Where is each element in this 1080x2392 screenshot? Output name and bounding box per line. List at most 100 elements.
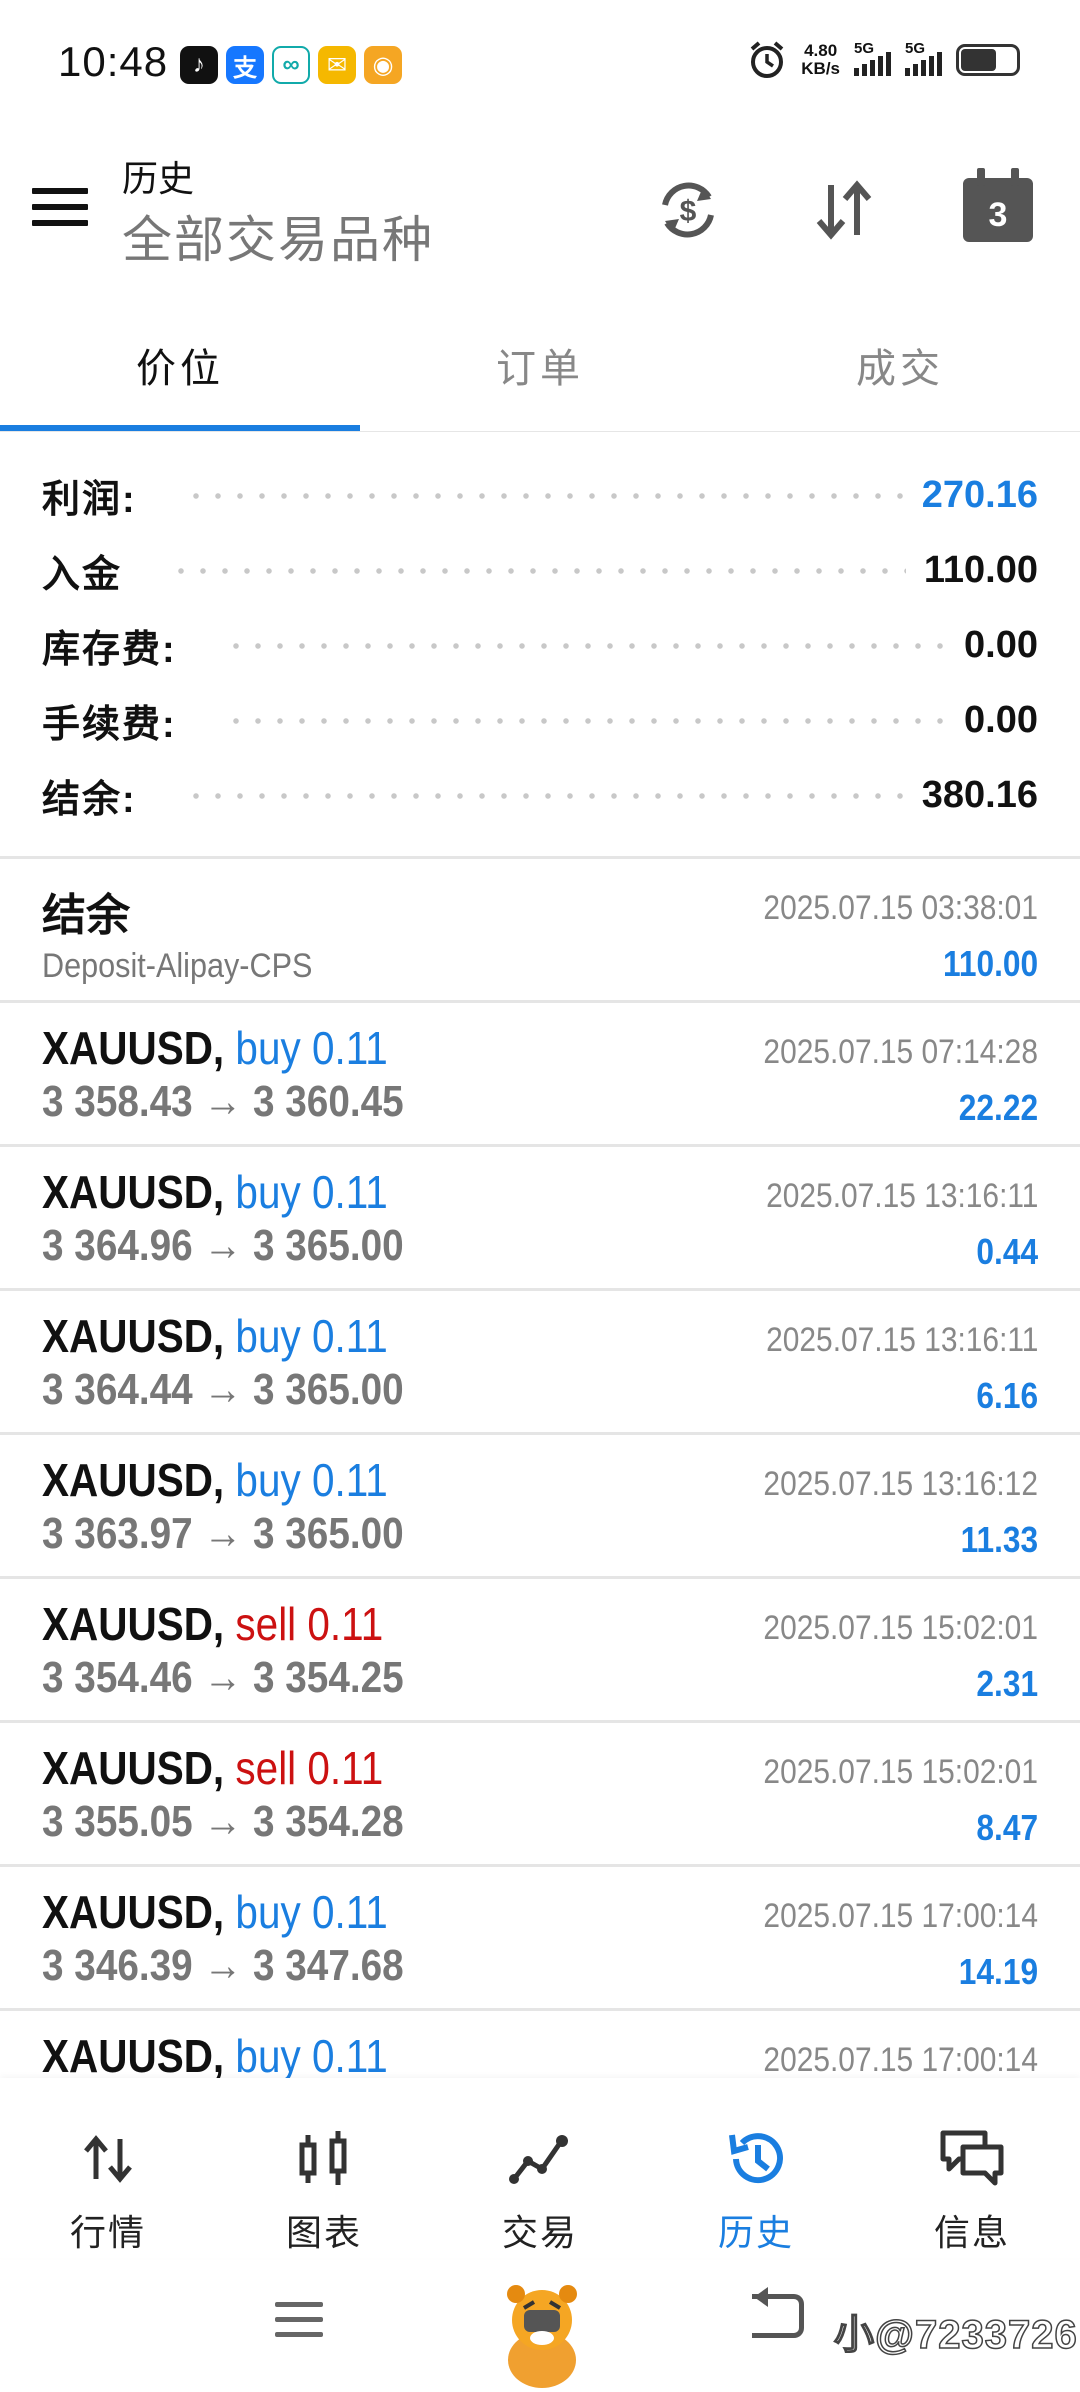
trade-time: 2025.07.15 15:02:01 [763, 1609, 1038, 1647]
trade-row[interactable]: XAUUSD, buy 0.11 3 363.97 → 3 365.00 202… [0, 1435, 1080, 1579]
dotted-leader [184, 492, 904, 499]
trade-side: buy 0.11 [235, 2030, 388, 2082]
trade-time: 2025.07.15 07:14:28 [763, 1033, 1038, 1071]
menu-icon[interactable] [32, 188, 88, 228]
nav-quotes[interactable]: 行情 [0, 2078, 216, 2258]
summary-row-deposit: 入金 110.00 [42, 549, 1038, 596]
summary-row-swap: 库存费: 0.00 [42, 624, 1038, 671]
trade-row[interactable]: XAUUSD, buy 0.11 3 364.44 → 3 365.00 202… [0, 1291, 1080, 1435]
trade-side: buy 0.11 [235, 1454, 388, 1506]
mail-icon: ✉ [318, 46, 356, 84]
trade-side: buy 0.11 [235, 1886, 388, 1938]
trade-prices: 3 364.44 → 3 365.00 [42, 1365, 404, 1414]
trade-prices: 3 354.46 → 3 354.25 [42, 1653, 404, 1702]
deposit-value: 110.00 [923, 549, 1038, 591]
trade-row[interactable]: XAUUSD, buy 0.11 3 346.39 → 3 347.68 202… [0, 1867, 1080, 2011]
watermark: 小@7233726 [833, 2312, 1078, 2358]
recents-icon[interactable] [275, 2302, 323, 2347]
trade-row[interactable]: XAUUSD, sell 0.11 3 354.46 → 3 354.25 20… [0, 1579, 1080, 1723]
tab-deals[interactable]: 成交 [720, 300, 1080, 431]
trade-time: 2025.07.15 15:02:01 [763, 1753, 1038, 1791]
trade-symbol: XAUUSD, [42, 1886, 225, 1938]
trade-symbol: XAUUSD, [42, 1742, 225, 1794]
summary-block: 利润: 270.16 入金 110.00 库存费: 0.00 手续费: 0.00… [0, 458, 1080, 833]
deposit-entry[interactable]: 结余 Deposit-Alipay-CPS 2025.07.15 03:38:0… [0, 859, 1080, 1003]
trade-side: buy 0.11 [235, 1166, 388, 1218]
trade-prices: 3 355.05 → 3 354.28 [42, 1797, 404, 1846]
commission-value: 0.00 [964, 699, 1038, 741]
swap-value: 0.00 [964, 624, 1038, 666]
nav-messages[interactable]: 信息 [864, 2078, 1080, 2258]
balance-value: 380.16 [921, 774, 1038, 816]
profit-value: 270.16 [921, 474, 1038, 516]
trade-symbol: XAUUSD, [42, 1454, 225, 1506]
trade-row[interactable]: XAUUSD, buy 0.11 3 364.96 → 3 365.00 202… [0, 1147, 1080, 1291]
history-tabs: 价位 订单 成交 [0, 300, 1080, 432]
assistant-mascot-icon[interactable] [494, 2280, 590, 2390]
trade-side: sell 0.11 [235, 1598, 384, 1650]
currency-refresh-icon[interactable]: $ [648, 170, 728, 250]
trade-profit: 2.31 [976, 1663, 1038, 1704]
trade-profit: 8.47 [976, 1807, 1038, 1848]
trade-symbol: XAUUSD, [42, 1310, 225, 1362]
trade-profit: 22.22 [958, 1087, 1038, 1128]
trade-symbol: XAUUSD, [42, 2030, 225, 2082]
deposit-amount: 110.00 [942, 943, 1038, 984]
trade-time: 2025.07.15 13:16:12 [763, 1465, 1038, 1503]
trade-time: 2025.07.15 17:00:14 [763, 1897, 1038, 1935]
signal-2-icon: 5G [905, 40, 942, 76]
tiktok-icon: ♪ [180, 46, 218, 84]
status-bar: 10:48 ♪ 支 ∞ ✉ ◉ 4.80 KB/s 5G 5G [0, 0, 1080, 130]
battery-icon [956, 44, 1020, 76]
dotted-leader [224, 642, 947, 649]
svg-text:$: $ [680, 195, 697, 228]
trade-time: 2025.07.15 13:16:11 [765, 1177, 1038, 1215]
tab-orders[interactable]: 订单 [360, 300, 720, 431]
trade-prices: 3 358.43 → 3 360.45 [42, 1077, 404, 1126]
nav-trade[interactable]: 交易 [432, 2078, 648, 2258]
trade-side: sell 0.11 [235, 1742, 384, 1794]
trade-row[interactable]: XAUUSD, sell 0.11 3 355.05 → 3 354.28 20… [0, 1723, 1080, 1867]
messages-icon [864, 2128, 1080, 2190]
back-icon[interactable] [752, 2287, 804, 2338]
nav-history[interactable]: 历史 [648, 2078, 864, 2258]
trade-profit: 14.19 [958, 1951, 1038, 1992]
status-indicators: 4.80 KB/s 5G 5G [747, 40, 1020, 80]
summary-row-commission: 手续费: 0.00 [42, 699, 1038, 746]
nav-chart[interactable]: 图表 [216, 2078, 432, 2258]
page-title: 历史 [122, 158, 195, 199]
trade-symbol: XAUUSD, [42, 1166, 225, 1218]
symbol-filter[interactable]: 全部交易品种 [122, 200, 434, 272]
trade-icon [432, 2128, 648, 2190]
dotted-leader [224, 717, 947, 724]
trade-prices: 3 346.39 → 3 347.68 [42, 1941, 404, 1990]
trade-symbol: XAUUSD, [42, 1598, 225, 1650]
bottom-navigation: 行情 图表 交易 历史 信息 [0, 2078, 1080, 2258]
quotes-icon [0, 2128, 216, 2190]
dotted-leader [184, 792, 904, 799]
sort-icon[interactable] [804, 170, 884, 250]
calendar-icon[interactable]: 3 [958, 168, 1038, 250]
status-app-icons: ♪ 支 ∞ ✉ ◉ [180, 46, 402, 84]
tab-positions[interactable]: 价位 [0, 300, 360, 431]
deposit-time: 2025.07.15 03:38:01 [763, 889, 1038, 927]
app-header: 历史 全部交易品种 $ 3 [0, 130, 1080, 280]
net-speed: 4.80 KB/s [801, 41, 840, 78]
signal-1-icon: 5G [854, 40, 891, 76]
summary-row-balance: 结余: 380.16 [42, 774, 1038, 821]
trade-row[interactable]: XAUUSD, buy 0.11 3 358.43 → 3 360.45 202… [0, 1003, 1080, 1147]
trade-side: buy 0.11 [235, 1022, 388, 1074]
alarm-icon [750, 41, 784, 78]
alipay-icon: 支 [226, 46, 264, 84]
trade-prices: 3 364.96 → 3 365.00 [42, 1221, 404, 1270]
weibo-icon: ◉ [364, 46, 402, 84]
trade-time: 2025.07.15 17:00:14 [763, 2041, 1038, 2079]
summary-row-profit: 利润: 270.16 [42, 474, 1038, 521]
trade-symbol: XAUUSD, [42, 1022, 225, 1074]
dotted-leader [170, 567, 906, 574]
trade-prices: 3 363.97 → 3 365.00 [42, 1509, 404, 1558]
status-time: 10:48 [58, 38, 169, 85]
deposit-comment: Deposit-Alipay-CPS [42, 947, 313, 985]
history-icon [648, 2128, 864, 2190]
trade-profit: 11.33 [960, 1519, 1038, 1560]
